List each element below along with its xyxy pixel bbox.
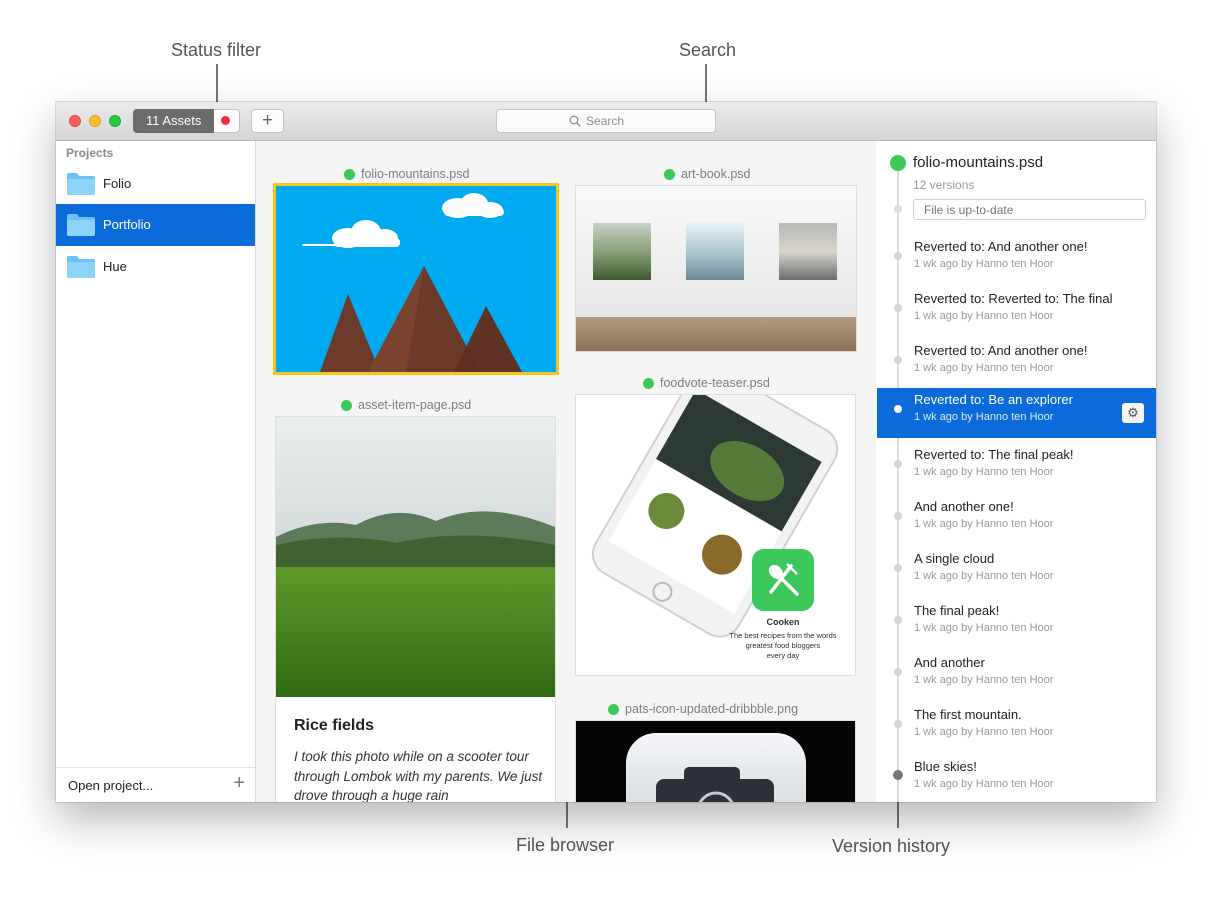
app-promo-name: Cooken <box>766 617 800 627</box>
status-ok-icon <box>608 703 619 715</box>
status-filter[interactable]: 11 Assets <box>133 109 241 133</box>
project-label: Folio <box>103 176 132 191</box>
open-project-link[interactable]: Open project... <box>68 778 153 793</box>
close-window-button[interactable] <box>69 115 81 127</box>
titlebar: 11 Assets + Search <box>56 102 1156 141</box>
version-item[interactable]: The final peak! 1 wk ago by Hanno ten Ho… <box>877 599 1156 649</box>
timeline-dot <box>894 304 902 312</box>
timeline-dot <box>894 564 902 572</box>
status-filter-callout: Status filter <box>171 40 262 60</box>
timeline-dot <box>894 460 902 468</box>
article-title: Rice fields <box>294 717 375 734</box>
timeline-dot <box>894 356 902 364</box>
file-browser-callout: File browser <box>516 835 615 855</box>
file-label-folio-mountains: folio-mountains.psd <box>344 167 469 181</box>
timeline-dot <box>894 252 902 260</box>
timeline-dot <box>894 720 902 728</box>
cooken-app-icon <box>752 549 814 611</box>
status-red-dot-icon <box>221 116 231 125</box>
fork-spoon-icon <box>768 563 799 596</box>
history-file-title: folio-mountains.psd <box>913 154 1044 171</box>
version-item[interactable]: And another 1 wk ago by Hanno ten Hoor <box>877 651 1156 701</box>
project-label: Hue <box>103 259 127 274</box>
version-item[interactable]: Blue skies! 1 wk ago by Hanno ten Hoor <box>877 755 1156 802</box>
camera-app-icon <box>626 733 806 802</box>
asset-thumbnail-pats-icon[interactable] <box>576 721 855 802</box>
version-history-callout: Version history <box>832 836 951 856</box>
timeline-dot <box>894 512 902 520</box>
sidebar-item-hue[interactable]: Hue <box>56 246 255 288</box>
add-asset-button[interactable]: + <box>251 109 284 133</box>
file-label-pats-icon: pats-icon-updated-dribbble.png <box>608 702 798 716</box>
add-project-button[interactable]: + <box>233 772 245 795</box>
search-callout: Search <box>679 40 737 60</box>
sidebar-footer: Open project... + <box>56 767 255 802</box>
sidebar-heading: Projects <box>66 146 114 160</box>
version-count: 12 versions <box>913 178 975 192</box>
project-label: Portfolio <box>103 217 151 232</box>
sidebar-item-folio[interactable]: Folio <box>56 163 255 205</box>
folder-icon <box>67 173 95 195</box>
version-item[interactable]: Reverted to: And another one! 1 wk ago b… <box>877 235 1156 285</box>
status-ok-icon <box>664 168 675 180</box>
version-item[interactable]: A single cloud 1 wk ago by Hanno ten Hoo… <box>877 547 1156 597</box>
version-item[interactable]: The first mountain. 1 wk ago by Hanno te… <box>877 703 1156 753</box>
maximize-window-button[interactable] <box>109 115 121 127</box>
version-item[interactable]: And another one! 1 wk ago by Hanno ten H… <box>877 495 1156 545</box>
version-item[interactable]: Reverted to: The final peak! 1 wk ago by… <box>877 443 1156 493</box>
version-item[interactable]: Reverted to: And another one! 1 wk ago b… <box>877 339 1156 389</box>
sidebar-item-portfolio[interactable]: Portfolio <box>56 204 255 246</box>
mountains-illustration <box>276 186 556 372</box>
timeline-tick <box>894 205 902 213</box>
gallery-photo <box>576 186 856 351</box>
timeline-dot <box>893 770 903 780</box>
version-item[interactable]: Reverted to: Reverted to: The final 1 wk… <box>877 287 1156 337</box>
folder-icon <box>67 214 95 236</box>
search-input[interactable]: Search <box>496 109 716 133</box>
file-browser: folio-mountains.psd art-book.psd asset-i… <box>256 141 876 802</box>
status-ok-icon <box>643 377 654 389</box>
status-ok-icon <box>341 399 352 411</box>
status-filter-toggle[interactable] <box>214 109 241 133</box>
gear-icon: ⚙ <box>1127 405 1139 420</box>
article-body: I took this photo while on a scooter tou… <box>294 749 543 802</box>
asset-thumbnail-asset-item-page[interactable]: Rice fields I took this photo while on a… <box>276 417 555 802</box>
asset-thumbnail-art-book[interactable] <box>576 186 856 351</box>
commit-message-input[interactable] <box>913 199 1146 220</box>
version-history-panel: folio-mountains.psd 12 versions Reverted… <box>877 141 1156 802</box>
current-version-status-icon <box>890 155 906 171</box>
file-label-asset-item-page: asset-item-page.psd <box>341 398 471 412</box>
version-options-button[interactable]: ⚙ <box>1122 403 1144 423</box>
asset-thumbnail-foodvote-teaser[interactable]: Cooken The best recipes from the words g… <box>576 395 855 675</box>
assets-count-button[interactable]: 11 Assets <box>133 109 215 133</box>
file-label-art-book: art-book.psd <box>664 167 750 181</box>
projects-sidebar: Projects Folio Portfolio Hue Open projec… <box>56 141 256 802</box>
search-icon <box>569 115 581 127</box>
timeline-dot <box>894 616 902 624</box>
file-label-foodvote-teaser: foodvote-teaser.psd <box>643 376 770 390</box>
timeline-dot <box>894 405 902 413</box>
minimize-window-button[interactable] <box>89 115 101 127</box>
search-placeholder: Search <box>586 114 625 128</box>
version-item-selected[interactable]: Reverted to: Be an explorer 1 wk ago by … <box>877 388 1156 438</box>
rice-fields-photo <box>276 417 555 697</box>
status-ok-icon <box>344 168 355 180</box>
app-promo-tagline: The best recipes from the words greatest… <box>729 631 837 660</box>
folder-icon <box>67 256 95 278</box>
timeline-dot <box>894 668 902 676</box>
app-window: 11 Assets + Search Projects Folio Portfo… <box>56 102 1156 802</box>
asset-thumbnail-folio-mountains[interactable] <box>276 186 556 372</box>
